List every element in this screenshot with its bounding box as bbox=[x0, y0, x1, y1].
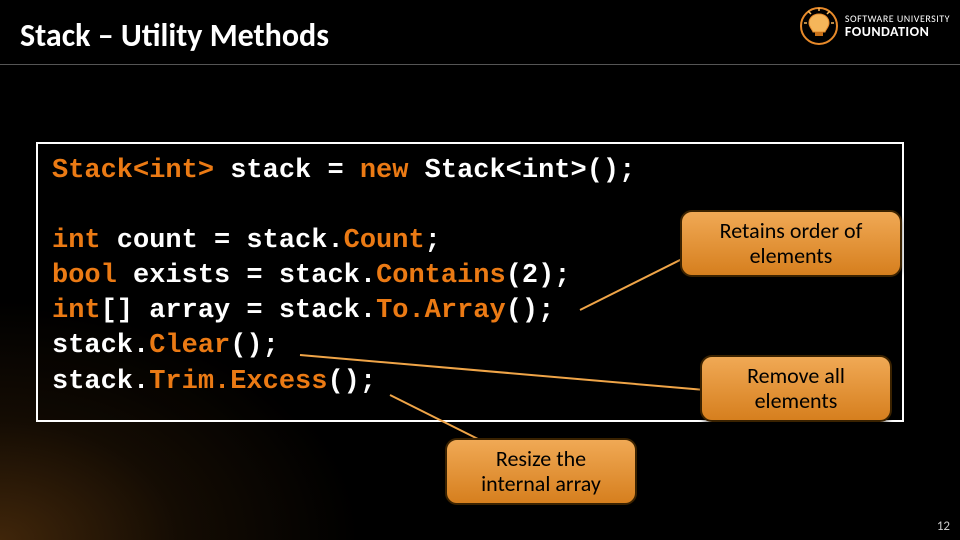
brand-logo: SOFTWARE UNIVERSITY FOUNDATION bbox=[799, 6, 950, 46]
page-number: 12 bbox=[937, 519, 950, 534]
divider bbox=[0, 64, 960, 65]
callout-remove-all: Remove all elements bbox=[700, 355, 892, 422]
callout-resize: Resize the internal array bbox=[445, 438, 637, 505]
slide: Stack – Utility Methods SOFTWARE UNIVERS… bbox=[0, 0, 960, 540]
callout-retain-order: Retains order of elements bbox=[680, 210, 902, 277]
logo-text: SOFTWARE UNIVERSITY FOUNDATION bbox=[845, 13, 950, 39]
page-title: Stack – Utility Methods bbox=[20, 16, 329, 55]
lightbulb-icon bbox=[799, 6, 839, 46]
